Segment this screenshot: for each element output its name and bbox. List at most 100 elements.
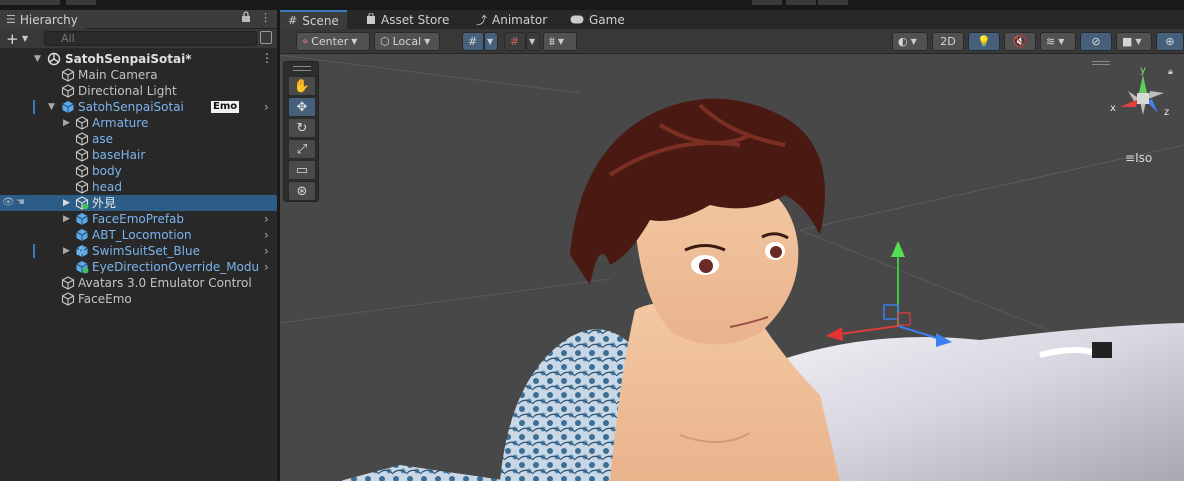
tree-row-label: body	[92, 164, 122, 178]
chevron-down-icon[interactable]: ▼	[22, 34, 28, 43]
hand-tool-button[interactable]: ✋	[288, 76, 316, 96]
collapsed-arrow-icon[interactable]: ▶	[63, 214, 70, 224]
tree-row[interactable]: baseHair	[0, 147, 277, 163]
tree-row[interactable]: ▼ SatohSenpaiSotai Emo ›	[0, 99, 277, 115]
tab-animator[interactable]: ⤴ Animator	[468, 10, 555, 29]
top-strip-block	[66, 0, 96, 5]
scene-viewport[interactable]: ✋ ✥ ↻ ⤢ ▭ ⊛ y x z 🔒︎ ≡Iso	[280, 55, 1184, 481]
camera-icon: ■	[1122, 35, 1133, 48]
collapsed-arrow-icon[interactable]: ▶	[63, 198, 70, 208]
grid-snap-icon: #	[468, 35, 478, 48]
chevron-down-icon: ▼	[351, 37, 358, 46]
gizmos-toggle[interactable]: ⊕	[1156, 32, 1184, 51]
top-strip-block	[0, 0, 60, 5]
rotate-tool-button[interactable]: ↻	[288, 118, 316, 138]
chevron-right-icon[interactable]: ›	[264, 228, 269, 242]
gizmo-y-label: y	[1140, 65, 1146, 76]
scene-toolbar: ⌖ Center ▼ ⬡ Local ▼ # ▼ # ▼ ⩩ ▼ ◐ ▼ 2D 💡 …	[280, 29, 1184, 54]
ruler-snap-dropdown[interactable]: ⩩ ▼	[543, 32, 577, 51]
snap-dropdown[interactable]: ▼	[526, 32, 540, 51]
mode-2d-toggle[interactable]: 2D	[932, 32, 964, 51]
tree-row[interactable]: head	[0, 179, 277, 195]
hand-icon: ✋	[293, 78, 311, 94]
gameobject-cube-icon	[75, 116, 89, 130]
top-strip-block	[818, 0, 848, 5]
grid-snap-dropdown[interactable]: ▼	[484, 32, 498, 51]
shading-sphere-icon: ◐	[898, 35, 908, 48]
tree-row[interactable]: ▶ Armature	[0, 115, 277, 131]
chevron-right-icon[interactable]: ›	[264, 244, 269, 258]
kebab-menu-icon[interactable]: ⋮	[261, 51, 273, 65]
pivot-icon: ⌖	[302, 34, 309, 48]
scene-visibility-toggle[interactable]: ⊘	[1080, 32, 1112, 51]
create-plus-icon[interactable]: +	[6, 30, 19, 48]
hidden-eye-icon: ⊘	[1091, 35, 1101, 48]
transform-tool-button[interactable]: ⊛	[288, 181, 316, 201]
tree-row[interactable]: ase	[0, 131, 277, 147]
kebab-menu-icon[interactable]: ⋮	[260, 11, 271, 24]
tree-row-label: FaceEmo	[78, 292, 132, 306]
audio-toggle[interactable]: 🔇	[1004, 32, 1036, 51]
tree-row[interactable]: ▶ SwimSuitSet_Blue ›	[0, 243, 277, 259]
tree-row[interactable]: EyeDirectionOverride_Modula ›	[0, 259, 277, 275]
lock-icon[interactable]	[241, 11, 251, 25]
animator-icon: ⤴	[476, 13, 487, 27]
increment-snap-button[interactable]: #	[504, 32, 526, 51]
visibility-eye-icon[interactable]: 👁	[2, 197, 15, 208]
tab-game[interactable]: Game	[562, 10, 633, 29]
collapsed-arrow-icon[interactable]: ▶	[63, 118, 70, 128]
tab-scene[interactable]: # Scene	[280, 10, 347, 29]
snap-grid-icon: #	[510, 35, 520, 48]
tree-row[interactable]: Main Camera	[0, 67, 277, 83]
draw-mode-dropdown[interactable]: ◐ ▼	[892, 32, 928, 51]
rect-tool-button[interactable]: ▭	[288, 160, 316, 180]
gizmo-globe-icon: ⊕	[1165, 35, 1175, 48]
lock-icon[interactable]: 🔒︎	[1168, 67, 1173, 77]
effects-dropdown[interactable]: ≋ ▼	[1040, 32, 1076, 51]
local-cube-icon: ⬡	[380, 35, 390, 48]
tree-row-selected[interactable]: 👁 ☚ ▶ 外見	[0, 195, 277, 211]
lighting-toggle[interactable]: 💡	[968, 32, 1000, 51]
space-local-dropdown[interactable]: ⬡ Local ▼	[374, 32, 440, 51]
grid-snap-toggle[interactable]: #	[462, 32, 484, 51]
expand-arrow-icon[interactable]: ▼	[34, 54, 41, 64]
search-input[interactable]	[44, 31, 257, 46]
chevron-right-icon[interactable]: ›	[264, 212, 269, 226]
prefab-cube-icon	[61, 100, 75, 114]
effects-layers-icon: ≋	[1046, 35, 1056, 48]
gameobject-cube-icon	[61, 84, 75, 98]
chevron-right-icon[interactable]: ›	[264, 260, 269, 274]
tree-row[interactable]: Directional Light	[0, 83, 277, 99]
pickable-hand-icon[interactable]: ☚	[16, 197, 25, 208]
pivot-center-dropdown[interactable]: ⌖ Center ▼	[296, 32, 370, 51]
override-indicator	[33, 244, 35, 258]
override-indicator	[33, 100, 35, 114]
prefab-cube-icon	[75, 212, 89, 226]
tree-row[interactable]: body	[0, 163, 277, 179]
chevron-right-icon[interactable]: ›	[264, 100, 269, 114]
tree-row[interactable]: FaceEmo	[0, 291, 277, 307]
expand-arrow-icon[interactable]: ▼	[48, 102, 55, 112]
tab-asset-store[interactable]: Asset Store	[358, 10, 457, 29]
tab-hierarchy[interactable]: ☰ Hierarchy	[0, 10, 86, 29]
tree-row-label: ase	[92, 132, 113, 146]
scale-tool-button[interactable]: ⤢	[288, 139, 316, 159]
chevron-down-icon: ▼	[1058, 37, 1065, 46]
gameobject-cube-icon	[75, 148, 89, 162]
tree-row-root[interactable]: ▼ SatohSenpaiSotai* ⋮	[0, 51, 277, 67]
drag-grip-icon[interactable]	[293, 66, 311, 71]
tree-row[interactable]: ABT_Locomotion ›	[0, 227, 277, 243]
tree-row[interactable]: ▶ FaceEmoPrefab ›	[0, 211, 277, 227]
gameobject-cube-icon	[75, 180, 89, 194]
camera-settings-dropdown[interactable]: ■ ▼	[1116, 32, 1152, 51]
collapsed-arrow-icon[interactable]: ▶	[63, 246, 70, 256]
gameobject-cube-icon	[61, 68, 75, 82]
projection-toggle[interactable]: ≡Iso	[1125, 151, 1152, 165]
tree-row[interactable]: Avatars 3.0 Emulator Control	[0, 275, 277, 291]
move-tool-button[interactable]: ✥	[288, 97, 316, 117]
hierarchy-toolbar: + ▼ ⚲	[0, 29, 277, 49]
prefab-variant-icon	[75, 244, 89, 258]
scene-filter-icon[interactable]	[260, 31, 272, 44]
scene-tab-bar: # Scene Asset Store ⤴ Animator Game	[280, 10, 1184, 29]
chevron-down-icon: ▼	[910, 37, 917, 46]
